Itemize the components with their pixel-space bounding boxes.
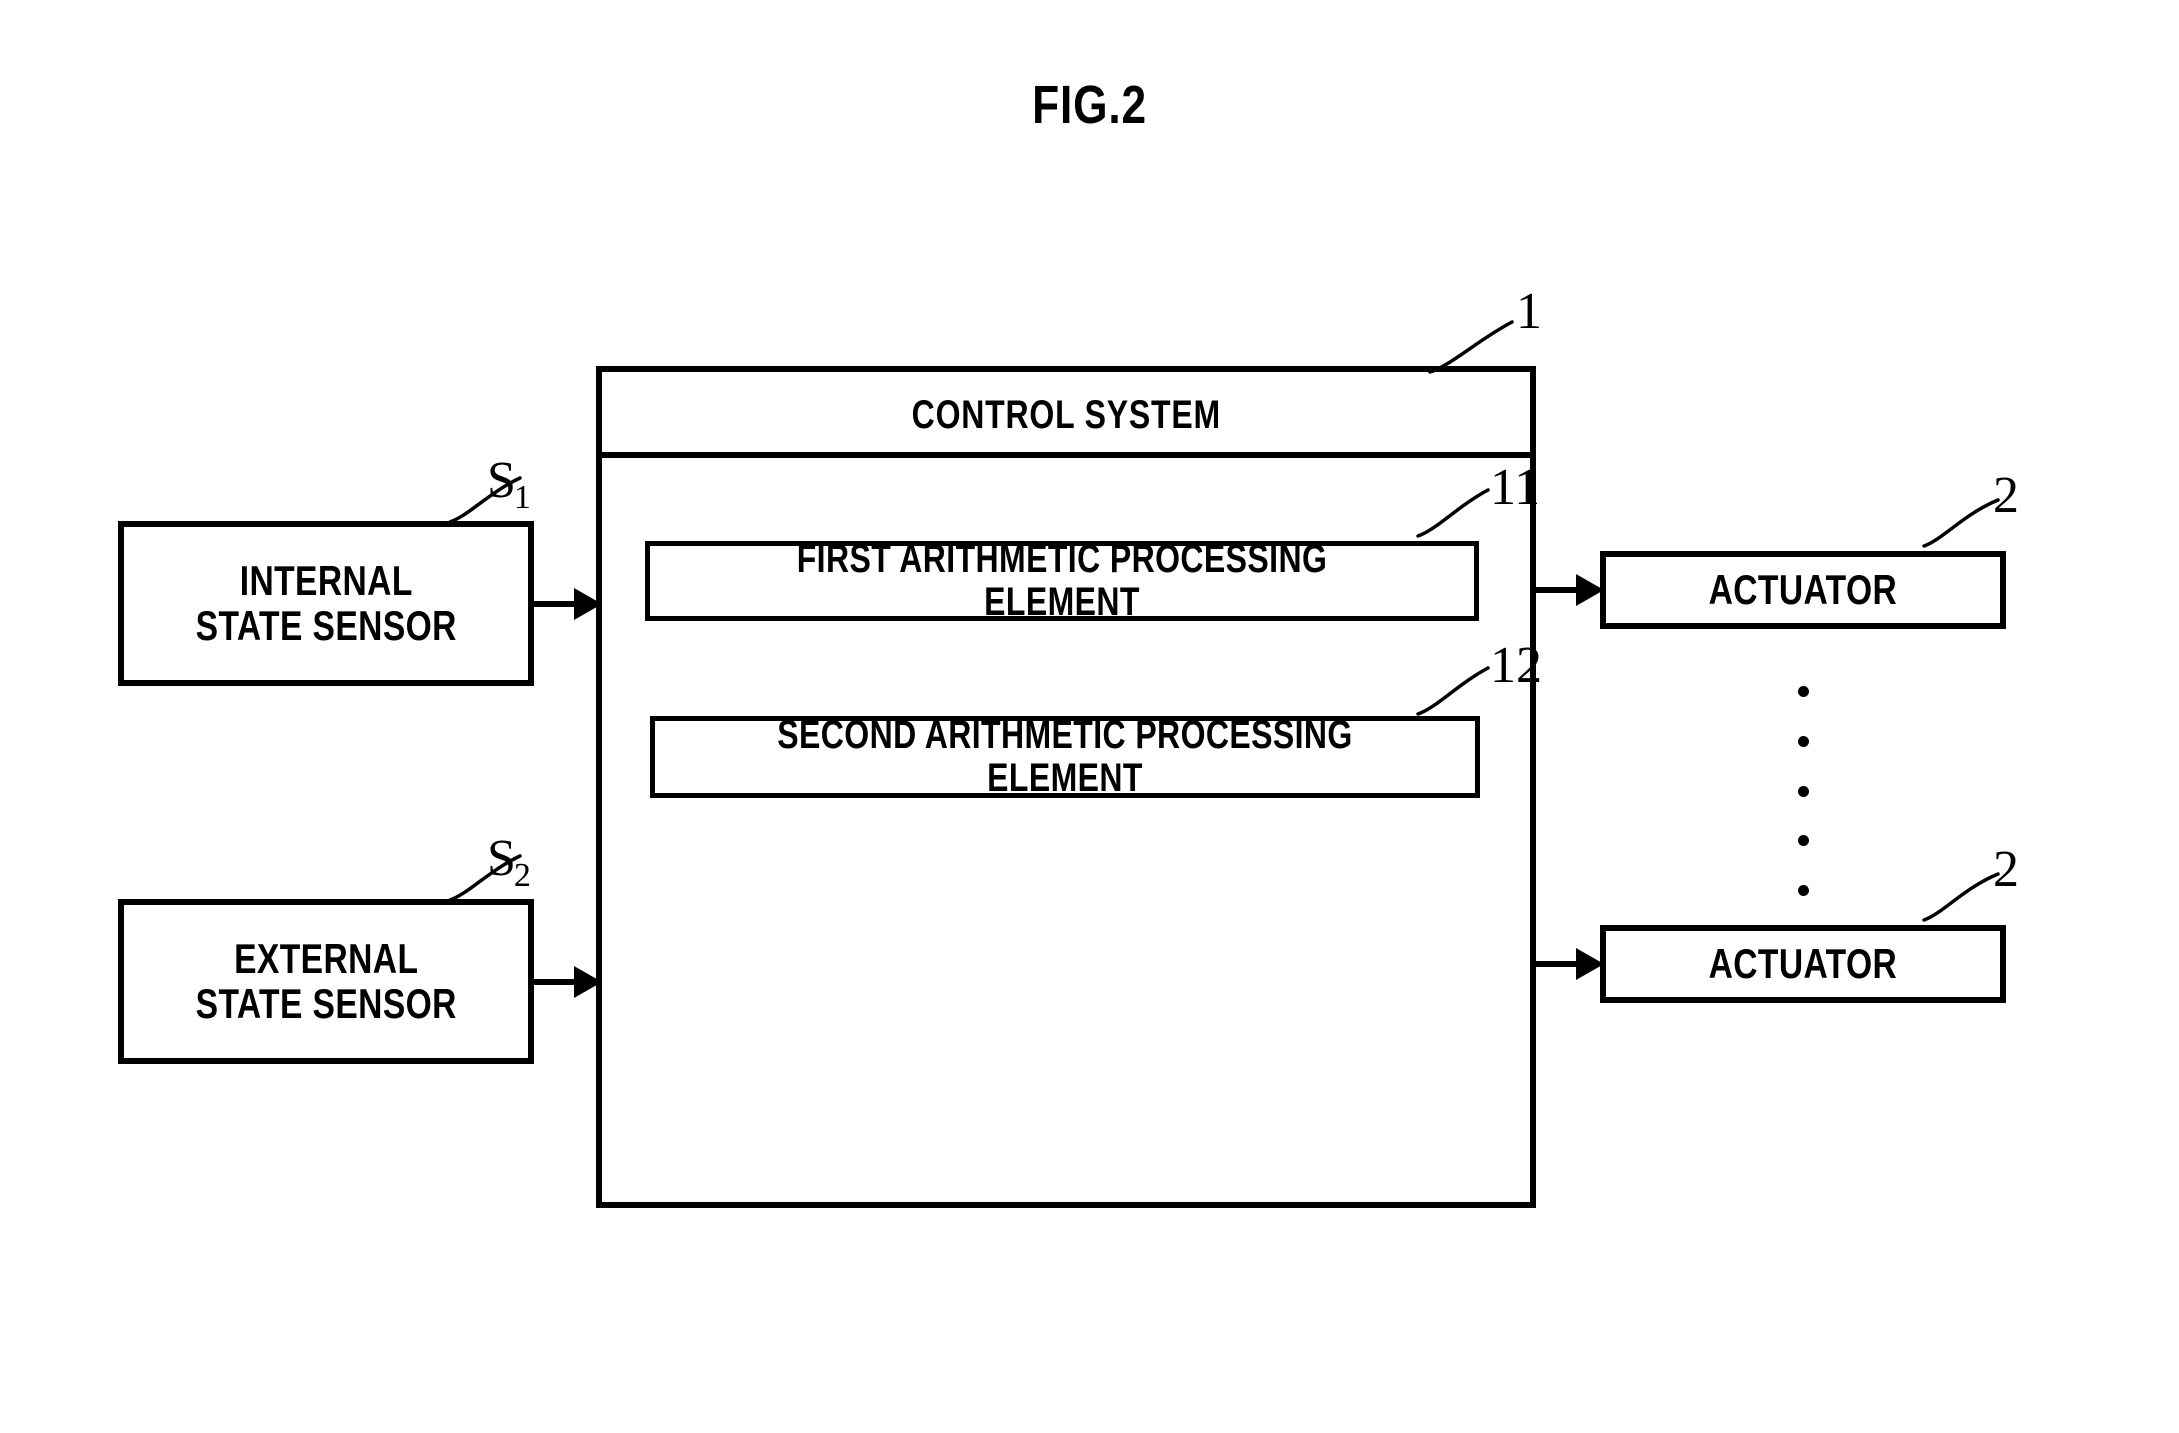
control-system-divider [602,452,1530,458]
first-arithmetic-processing-element-box: FIRST ARITHMETIC PROCESSING ELEMENT [645,537,1479,624]
ellipsis-dot [1797,686,1809,697]
connector-external-sensor-to-control-system [534,966,602,998]
second-arithmetic-processing-element-box: SECOND ARITHMETIC PROCESSING ELEMENT [650,713,1480,800]
ellipsis-dot [1797,885,1809,896]
connector-internal-sensor-to-control-system [534,588,602,620]
first-arithmetic-processing-element-label: FIRST ARITHMETIC PROCESSING ELEMENT [796,537,1328,624]
ellipsis-dot [1797,835,1809,847]
actuator-box-1: ACTUATOR [1600,551,2006,629]
callout-external-state-sensor-subscript: 2 [513,857,531,895]
actuator-ellipsis [1793,686,1813,896]
external-state-sensor-box: EXTERNAL STATE SENSOR [118,899,534,1064]
callout-control-system: 1 [1516,283,1542,340]
figure-title: FIG.2 [1032,75,1147,135]
callout-external-state-sensor: S2 [487,833,531,893]
second-arithmetic-processing-element-label: SECOND ARITHMETIC PROCESSING ELEMENT [777,713,1353,800]
callout-actuator-2: 2 [1993,841,2019,898]
actuator-box-2: ACTUATOR [1600,925,2006,1003]
callout-second-arithmetic-processing-element: 12 [1490,637,1542,694]
ellipsis-dot [1797,785,1809,797]
callout-internal-state-sensor-subscript: 1 [513,479,531,517]
internal-state-sensor-box: INTERNAL STATE SENSOR [118,521,534,686]
callout-internal-state-sensor-symbol: S [487,452,516,509]
connector-control-system-to-actuator-2 [1534,948,1604,980]
ellipsis-dot [1797,735,1809,747]
connector-control-system-to-actuator-1 [1534,574,1604,606]
callout-external-state-sensor-symbol: S [487,830,516,887]
callout-actuator-1: 2 [1993,467,2019,524]
callout-internal-state-sensor: S1 [487,455,531,515]
internal-state-sensor-label: INTERNAL STATE SENSOR [195,556,457,649]
figure-canvas: FIG.2 CONTROL SYSTEM 1 FIRST ARITHMETIC … [0,0,2179,1433]
external-state-sensor-label: EXTERNAL STATE SENSOR [195,934,457,1027]
callout-first-arithmetic-processing-element: 11 [1490,459,1541,516]
actuator-1-label: ACTUATOR [1708,565,1898,613]
actuator-2-label: ACTUATOR [1708,939,1898,987]
